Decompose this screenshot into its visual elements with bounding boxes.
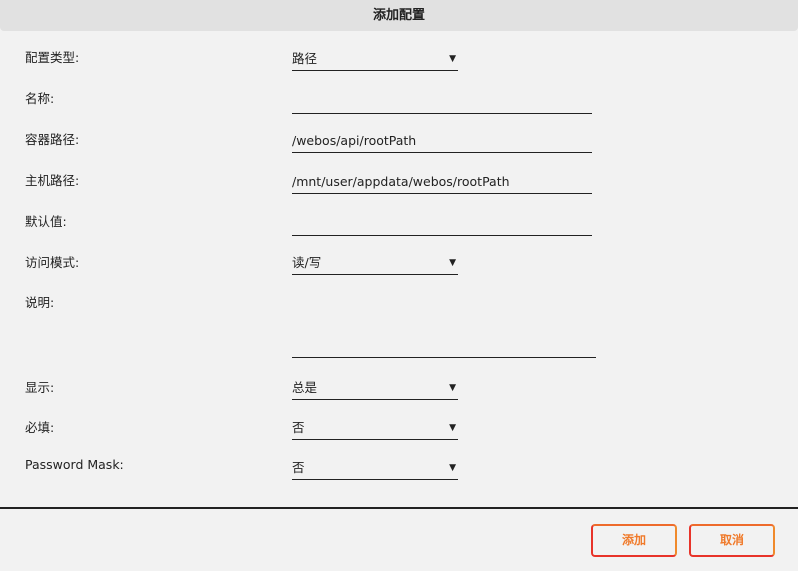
chevron-down-icon: ▼ <box>449 383 456 393</box>
password-mask-label: Password Mask: <box>25 457 124 472</box>
host-path-input[interactable]: /mnt/user/appdata/webos/rootPath <box>292 172 592 194</box>
default-value-input[interactable] <box>292 214 592 236</box>
name-input[interactable] <box>292 92 592 114</box>
chevron-down-icon: ▼ <box>449 258 456 268</box>
cancel-button[interactable]: 取消 <box>689 524 775 557</box>
host-path-label: 主机路径: <box>25 173 80 188</box>
config-type-select[interactable]: 路径 ▼ <box>292 49 458 71</box>
dialog-title: 添加配置 <box>0 0 798 31</box>
chevron-down-icon: ▼ <box>449 54 456 64</box>
display-label: 显示: <box>25 380 55 395</box>
footer-divider <box>0 507 798 509</box>
container-path-input[interactable]: /webos/api/rootPath <box>292 131 592 153</box>
config-type-value: 路径 <box>292 51 318 66</box>
chevron-down-icon: ▼ <box>449 463 456 473</box>
description-label: 说明: <box>25 295 55 310</box>
config-type-label: 配置类型: <box>25 50 80 65</box>
description-textarea[interactable] <box>292 292 596 358</box>
password-mask-select[interactable]: 否 ▼ <box>292 458 458 480</box>
access-mode-label: 访问模式: <box>25 255 80 270</box>
default-value-label: 默认值: <box>25 214 67 229</box>
name-label: 名称: <box>25 91 55 106</box>
access-mode-value: 读/写 <box>292 255 322 270</box>
add-button[interactable]: 添加 <box>591 524 677 557</box>
access-mode-select[interactable]: 读/写 ▼ <box>292 253 458 275</box>
container-path-label: 容器路径: <box>25 132 80 147</box>
password-mask-value: 否 <box>292 460 305 475</box>
display-select[interactable]: 总是 ▼ <box>292 378 458 400</box>
display-value: 总是 <box>292 380 318 395</box>
required-select[interactable]: 否 ▼ <box>292 418 458 440</box>
chevron-down-icon: ▼ <box>449 423 456 433</box>
required-label: 必填: <box>25 420 55 435</box>
required-value: 否 <box>292 420 305 435</box>
